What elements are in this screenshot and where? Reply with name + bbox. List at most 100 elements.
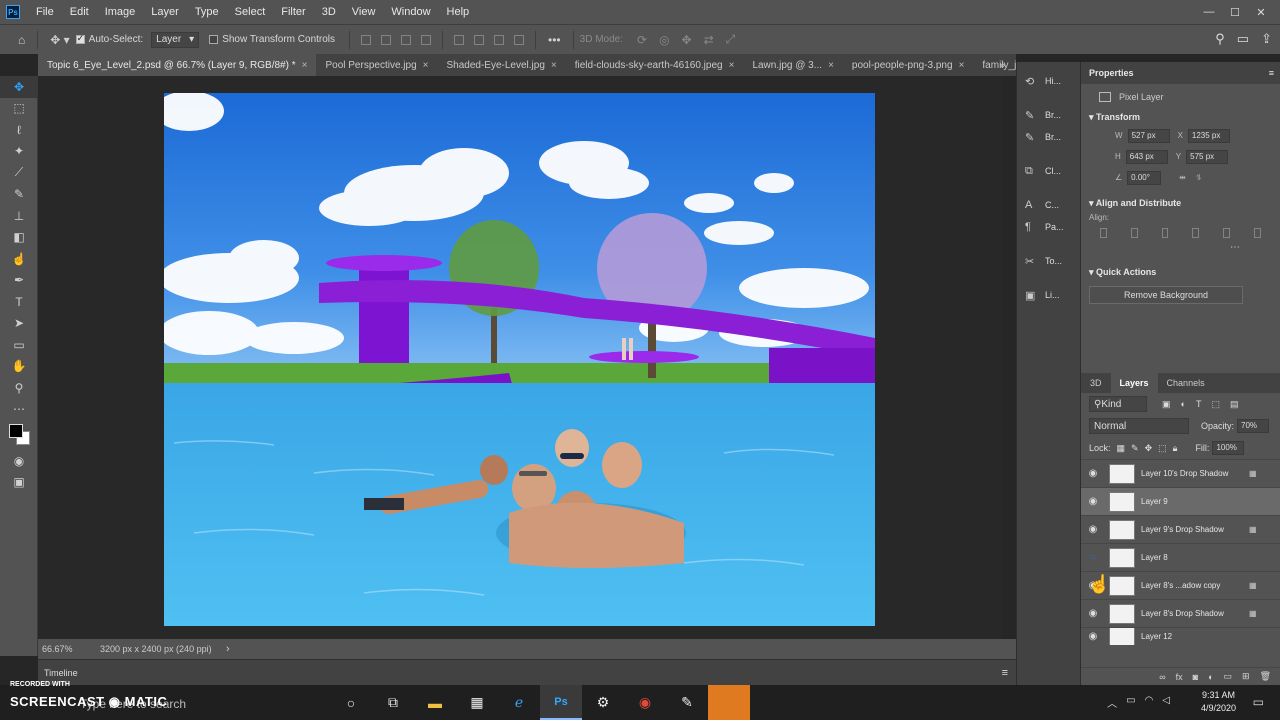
eye-icon[interactable]: ◉ [1081, 496, 1105, 507]
tab-3d[interactable]: 3D [1081, 373, 1111, 393]
align-center-icon[interactable] [381, 34, 392, 45]
filter-smart-object-icon[interactable]: ▤ [1230, 399, 1239, 410]
tab-channels[interactable]: Channels [1158, 373, 1214, 393]
recorder-icon[interactable]: ✎ [666, 685, 708, 720]
delete-layer-icon[interactable]: 🗑︎ [1260, 671, 1271, 682]
more-align-options[interactable]: ⋯ [1081, 242, 1280, 253]
quick-actions-section-title[interactable]: ▾ Quick Actions [1081, 261, 1280, 280]
move-tool-icon[interactable]: ✥ ▾ [50, 33, 69, 47]
3d-slide-icon[interactable]: ⇄ [704, 33, 714, 47]
more-options-button[interactable]: ••• [548, 33, 561, 47]
stamp-tool-icon[interactable]: ⊥ [0, 205, 38, 227]
lock-artboard-icon[interactable]: ⬚ [1158, 443, 1167, 454]
photoshop-taskbar-icon[interactable]: Ps [540, 685, 582, 720]
align-right-edges-icon[interactable] [1161, 228, 1169, 238]
opacity-field[interactable]: 70% [1237, 419, 1270, 433]
close-icon[interactable]: × [551, 60, 557, 71]
panel-menu-icon[interactable]: ≡ [1269, 68, 1274, 78]
eye-icon[interactable]: ◉ [1081, 468, 1105, 479]
menu-view[interactable]: View [344, 0, 384, 24]
lock-paint-icon[interactable]: ✎ [1131, 443, 1139, 454]
close-icon[interactable]: × [302, 60, 308, 71]
menu-image[interactable]: Image [97, 0, 144, 24]
eraser-icon[interactable]: ◧ [0, 227, 38, 249]
layer-style-icon[interactable]: fx [1176, 672, 1183, 682]
eyedropper-icon[interactable]: ⟋ [0, 162, 38, 184]
menu-3d[interactable]: 3D [314, 0, 344, 24]
quick-mask-icon[interactable]: ◉ [0, 450, 38, 472]
volume-icon[interactable]: ◁ [1162, 695, 1170, 710]
lock-all-icon[interactable]: 🔒︎ [1173, 443, 1178, 454]
menu-edit[interactable]: Edit [62, 0, 97, 24]
align-top-icon[interactable] [454, 34, 465, 45]
add-mask-icon[interactable]: ◙ [1193, 672, 1198, 682]
menu-select[interactable]: Select [227, 0, 274, 24]
tab-pool-perspective[interactable]: Pool Perspective.jpg × [316, 54, 437, 76]
align-h-centers-icon[interactable] [1130, 228, 1138, 238]
menu-type[interactable]: Type [187, 0, 227, 24]
timeline-tab[interactable]: Timeline [44, 668, 78, 678]
tab-pool-people[interactable]: pool-people-png-3.png × [843, 54, 973, 76]
layer-row[interactable]: ◉ Layer 8's Drop Shadow ▦ [1081, 599, 1280, 627]
tab-shaded-eye-level[interactable]: Shaded-Eye-Level.jpg × [437, 54, 565, 76]
align-bottom-icon[interactable] [494, 34, 505, 45]
new-layer-icon[interactable]: ⊞ [1242, 671, 1250, 682]
file-explorer-icon[interactable]: ▬ [414, 685, 456, 720]
settings-icon[interactable]: ⚙ [582, 685, 624, 720]
filter-type-icon[interactable]: T [1196, 399, 1202, 409]
share-icon[interactable]: ⇪ [1261, 31, 1272, 47]
close-icon[interactable]: × [828, 60, 834, 71]
filter-adjustment-icon[interactable]: ◐ [1181, 399, 1186, 409]
app-orange-icon[interactable] [708, 685, 750, 720]
angle-field[interactable]: 0.00° [1127, 170, 1162, 185]
auto-select-checkbox-label[interactable]: Auto-Select: [75, 33, 143, 45]
status-menu-arrow[interactable]: › [226, 643, 230, 655]
tab-topic6[interactable]: Topic 6_Eye_Level_2.psd @ 66.7% (Layer 9… [38, 54, 317, 76]
brushes-panel-button[interactable]: ✎ Br... [1017, 104, 1080, 126]
3d-roll-icon[interactable]: ◎ [659, 33, 669, 47]
new-group-icon[interactable]: ▭ [1224, 671, 1233, 682]
lasso-tool-icon[interactable]: ℓ [0, 119, 38, 141]
menu-filter[interactable]: Filter [273, 0, 313, 24]
history-panel-button[interactable]: ⟲ Hi... [1017, 70, 1080, 92]
auto-select-checkbox[interactable] [75, 33, 85, 44]
layer-row[interactable]: ◉ Layer 9's Drop Shadow ▦ [1081, 515, 1280, 543]
align-section-title[interactable]: ▾ Align and Distribute [1081, 192, 1280, 211]
move-tool-icon[interactable]: ✥ [0, 76, 38, 98]
lock-pixels-icon[interactable]: ▦ [1117, 443, 1126, 454]
brush-settings-panel-button[interactable]: ✎ Br... [1017, 126, 1080, 148]
character-panel-button[interactable]: A C... [1017, 194, 1080, 216]
width-field[interactable]: 527 px [1127, 128, 1170, 143]
notifications-icon[interactable]: ▭ [1253, 695, 1264, 709]
network-icon[interactable]: ▭ [1126, 695, 1135, 710]
layer-row[interactable]: ◉ Layer 12 [1081, 627, 1280, 645]
tab-field-clouds[interactable]: field-clouds-sky-earth-46160.jpeg × [566, 54, 744, 76]
filter-shape-icon[interactable]: ⬚ [1211, 399, 1220, 410]
shape-tool-icon[interactable]: ▭ [0, 334, 38, 356]
close-button[interactable]: ✕ [1248, 0, 1274, 24]
eye-toggle-hidden-icon[interactable]: ○ [1081, 552, 1105, 563]
clone-source-panel-button[interactable]: ⧉ Cl... [1017, 160, 1080, 182]
path-select-icon[interactable]: ➤ [0, 313, 38, 335]
type-tool-icon[interactable]: T [0, 291, 38, 313]
search-icon[interactable]: ⚲ [1215, 31, 1225, 47]
align-middle-icon[interactable] [474, 34, 485, 45]
align-bottom-edges-icon[interactable] [1254, 228, 1261, 238]
remove-background-button[interactable]: Remove Background [1089, 286, 1243, 304]
layer-row[interactable]: ○ Layer 8 [1081, 543, 1280, 571]
libraries-panel-button[interactable]: ▣ Li... [1017, 284, 1080, 306]
panel-menu-icon[interactable]: ≡ [1002, 667, 1008, 679]
flip-horizontal-icon[interactable]: ⇹ [1179, 173, 1186, 182]
wifi-icon[interactable]: ◠ [1145, 695, 1154, 710]
menu-layer[interactable]: Layer [143, 0, 187, 24]
transform-section-title[interactable]: ▾ Transform [1081, 106, 1280, 125]
fill-field[interactable]: 100% [1212, 441, 1245, 455]
auto-select-dropdown[interactable]: Layer ▾ [151, 31, 200, 48]
edge-icon[interactable]: ℯ [498, 685, 540, 720]
3d-orbit-icon[interactable]: ⟳ [637, 33, 647, 47]
menu-file[interactable]: File [28, 0, 62, 24]
brush-tool-icon[interactable]: ✎ [0, 184, 38, 206]
minimize-button[interactable]: — [1196, 0, 1222, 24]
eye-icon[interactable]: ◉ [1081, 608, 1105, 619]
home-icon[interactable]: ⌂ [18, 33, 25, 47]
